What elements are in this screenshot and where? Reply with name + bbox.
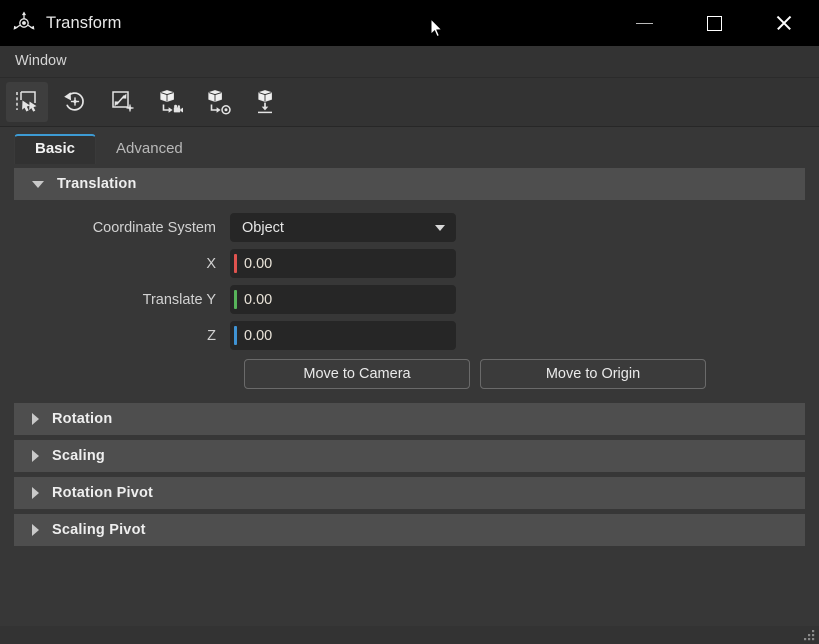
chevron-down-icon: [32, 180, 44, 188]
title-bar: Transform: [0, 0, 819, 46]
move-to-origin-icon: [205, 89, 233, 115]
window-controls: [609, 0, 819, 46]
section-translation: Translation Coordinate System Object X 0…: [14, 168, 805, 398]
translate-tool-icon: [13, 89, 41, 115]
minimize-button[interactable]: [609, 0, 679, 46]
coordinate-system-value: Object: [242, 219, 284, 236]
move-to-camera-button[interactable]: [150, 82, 192, 122]
section-rotation-pivot: Rotation Pivot: [14, 477, 805, 509]
label-translate-z: Z: [207, 327, 216, 344]
section-title-translation: Translation: [57, 176, 137, 192]
label-coordinate-system: Coordinate System: [92, 219, 216, 236]
section-header-rotation-pivot[interactable]: Rotation Pivot: [14, 477, 805, 509]
close-button[interactable]: [749, 0, 819, 46]
panel-content: Basic Advanced Translation Coordinate Sy…: [0, 127, 819, 626]
row-translate-x: X 0.00: [14, 249, 805, 278]
move-to-camera-action-button[interactable]: Move to Camera: [244, 359, 470, 389]
status-bar: [0, 626, 819, 644]
label-translate-x: X: [206, 255, 216, 272]
window-title: Transform: [46, 13, 122, 32]
transform-window: Transform Window Basic Advanced Translat…: [0, 0, 819, 644]
tab-bar: Basic Advanced: [14, 127, 805, 164]
section-scaling-pivot: Scaling Pivot: [14, 514, 805, 546]
translate-tool-button[interactable]: [6, 82, 48, 122]
maximize-icon: [706, 15, 722, 31]
label-translate-y: Translate Y: [142, 291, 216, 308]
section-title-scaling: Scaling: [52, 448, 105, 464]
tab-advanced[interactable]: Advanced: [96, 134, 203, 164]
rotate-tool-icon: [61, 89, 89, 115]
section-header-scaling-pivot[interactable]: Scaling Pivot: [14, 514, 805, 546]
chevron-right-icon: [32, 487, 39, 499]
move-to-origin-button[interactable]: [198, 82, 240, 122]
menu-item-window[interactable]: Window: [1, 50, 76, 73]
transform-gizmo-icon: [11, 10, 37, 36]
section-title-rotation-pivot: Rotation Pivot: [52, 485, 154, 501]
menu-bar: Window: [0, 46, 819, 78]
translate-y-input[interactable]: 0.00: [230, 285, 456, 314]
toolbar: [0, 78, 819, 127]
maximize-button[interactable]: [679, 0, 749, 46]
close-icon: [775, 14, 793, 32]
section-title-rotation: Rotation: [52, 411, 113, 427]
translate-x-value: 0.00: [244, 255, 273, 272]
translation-actions: Move to Camera Move to Origin: [244, 359, 805, 389]
axis-y-indicator: [234, 290, 237, 309]
section-title-scaling-pivot: Scaling Pivot: [52, 522, 146, 538]
drop-to-floor-button[interactable]: [246, 82, 288, 122]
rotate-tool-button[interactable]: [54, 82, 96, 122]
chevron-right-icon: [32, 450, 39, 462]
section-scaling: Scaling: [14, 440, 805, 472]
scale-tool-button[interactable]: [102, 82, 144, 122]
row-coordinate-system: Coordinate System Object: [14, 213, 805, 242]
section-header-rotation[interactable]: Rotation: [14, 403, 805, 435]
tab-basic[interactable]: Basic: [14, 134, 97, 164]
translate-z-value: 0.00: [244, 327, 273, 344]
scale-tool-icon: [109, 89, 137, 115]
axis-z-indicator: [234, 326, 237, 345]
move-to-origin-action-button[interactable]: Move to Origin: [480, 359, 706, 389]
translate-z-input[interactable]: 0.00: [230, 321, 456, 350]
section-rotation: Rotation: [14, 403, 805, 435]
row-translate-z: Z 0.00: [14, 321, 805, 350]
coordinate-system-select[interactable]: Object: [230, 213, 456, 242]
drop-to-floor-icon: [253, 89, 281, 115]
translate-y-value: 0.00: [244, 291, 273, 308]
minimize-icon: [635, 22, 653, 24]
section-body-translation: Coordinate System Object X 0.00 Translat…: [14, 200, 805, 398]
axis-x-indicator: [234, 254, 237, 273]
resize-grip[interactable]: [803, 629, 816, 642]
row-translate-y: Translate Y 0.00: [14, 285, 805, 314]
chevron-right-icon: [32, 413, 39, 425]
chevron-right-icon: [32, 524, 39, 536]
chevron-down-icon: [435, 224, 445, 231]
section-header-translation[interactable]: Translation: [14, 168, 805, 200]
translate-x-input[interactable]: 0.00: [230, 249, 456, 278]
section-header-scaling[interactable]: Scaling: [14, 440, 805, 472]
move-to-camera-icon: [157, 89, 185, 115]
